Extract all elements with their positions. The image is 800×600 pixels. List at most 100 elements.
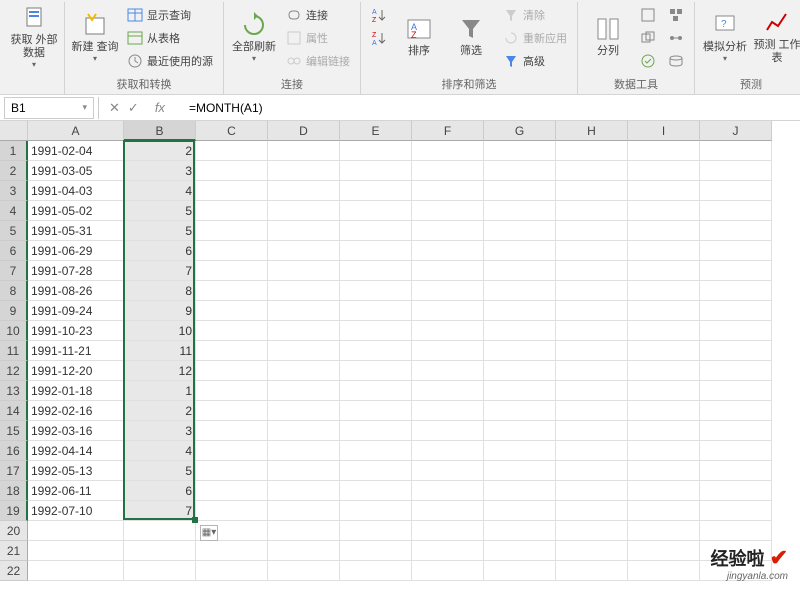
cell-H15[interactable] [556,421,628,441]
cell-C6[interactable] [196,241,268,261]
cell-G22[interactable] [484,561,556,581]
cell-G6[interactable] [484,241,556,261]
cell-D2[interactable] [268,161,340,181]
cancel-icon[interactable]: ✕ [109,100,120,116]
cell-A18[interactable]: 1992-06-11 [28,481,124,501]
cell-D6[interactable] [268,241,340,261]
cell-E8[interactable] [340,281,412,301]
cell-A22[interactable] [28,561,124,581]
cell-C10[interactable] [196,321,268,341]
cell-E2[interactable] [340,161,412,181]
flash-fill-button[interactable] [636,4,660,26]
advanced-filter-button[interactable]: 高级 [499,50,571,72]
cell-G20[interactable] [484,521,556,541]
row-header-15[interactable]: 15 [0,421,28,441]
cell-C4[interactable] [196,201,268,221]
cell-A17[interactable]: 1992-05-13 [28,461,124,481]
cell-H1[interactable] [556,141,628,161]
cell-H17[interactable] [556,461,628,481]
cell-D16[interactable] [268,441,340,461]
cell-I7[interactable] [628,261,700,281]
cell-F16[interactable] [412,441,484,461]
sort-desc-button[interactable]: ZA [367,27,391,49]
cell-F10[interactable] [412,321,484,341]
row-header-9[interactable]: 9 [0,301,28,321]
cell-A15[interactable]: 1992-03-16 [28,421,124,441]
cell-E3[interactable] [340,181,412,201]
row-header-20[interactable]: 20 [0,521,28,541]
column-header-A[interactable]: A [28,121,124,141]
cell-J3[interactable] [700,181,772,201]
cell-E12[interactable] [340,361,412,381]
cell-E15[interactable] [340,421,412,441]
row-header-10[interactable]: 10 [0,321,28,341]
cell-G1[interactable] [484,141,556,161]
fill-handle[interactable] [192,517,198,523]
cell-B15[interactable]: 3 [124,421,196,441]
cell-C17[interactable] [196,461,268,481]
text-to-columns-button[interactable]: 分列 [584,2,632,72]
cell-I8[interactable] [628,281,700,301]
cell-C16[interactable] [196,441,268,461]
new-query-button[interactable]: 新建 查询 ▾ [71,2,119,72]
cell-D22[interactable] [268,561,340,581]
row-header-5[interactable]: 5 [0,221,28,241]
cell-J8[interactable] [700,281,772,301]
row-header-11[interactable]: 11 [0,341,28,361]
cell-C14[interactable] [196,401,268,421]
cell-G13[interactable] [484,381,556,401]
cell-E17[interactable] [340,461,412,481]
formula-input[interactable] [183,97,800,119]
cell-C15[interactable] [196,421,268,441]
cell-I20[interactable] [628,521,700,541]
cell-B3[interactable]: 4 [124,181,196,201]
cell-I10[interactable] [628,321,700,341]
cell-A16[interactable]: 1992-04-14 [28,441,124,461]
cell-F5[interactable] [412,221,484,241]
cell-E1[interactable] [340,141,412,161]
cell-I1[interactable] [628,141,700,161]
row-header-16[interactable]: 16 [0,441,28,461]
cell-I14[interactable] [628,401,700,421]
column-header-H[interactable]: H [556,121,628,141]
row-header-18[interactable]: 18 [0,481,28,501]
cell-B11[interactable]: 11 [124,341,196,361]
cell-G14[interactable] [484,401,556,421]
row-header-19[interactable]: 19 [0,501,28,521]
sort-asc-button[interactable]: AZ [367,4,391,26]
cell-I6[interactable] [628,241,700,261]
cell-D1[interactable] [268,141,340,161]
recent-sources-button[interactable]: 最近使用的源 [123,50,217,72]
cell-I19[interactable] [628,501,700,521]
cell-H13[interactable] [556,381,628,401]
cell-J15[interactable] [700,421,772,441]
cell-J10[interactable] [700,321,772,341]
cell-E19[interactable] [340,501,412,521]
select-all-corner[interactable] [0,121,28,141]
consolidate-button[interactable] [664,4,688,26]
cell-J1[interactable] [700,141,772,161]
cell-B14[interactable]: 2 [124,401,196,421]
cell-J4[interactable] [700,201,772,221]
cell-I9[interactable] [628,301,700,321]
cell-J7[interactable] [700,261,772,281]
cell-A2[interactable]: 1991-03-05 [28,161,124,181]
cell-C18[interactable] [196,481,268,501]
cell-E10[interactable] [340,321,412,341]
cell-B17[interactable]: 5 [124,461,196,481]
cell-I11[interactable] [628,341,700,361]
cell-F6[interactable] [412,241,484,261]
cell-C22[interactable] [196,561,268,581]
relationships-button[interactable] [664,27,688,49]
cell-J5[interactable] [700,221,772,241]
cell-E14[interactable] [340,401,412,421]
cell-H20[interactable] [556,521,628,541]
cell-J19[interactable] [700,501,772,521]
cell-J6[interactable] [700,241,772,261]
row-header-2[interactable]: 2 [0,161,28,181]
cell-F2[interactable] [412,161,484,181]
cell-E13[interactable] [340,381,412,401]
cell-H2[interactable] [556,161,628,181]
cell-D13[interactable] [268,381,340,401]
data-model-button[interactable] [664,50,688,72]
